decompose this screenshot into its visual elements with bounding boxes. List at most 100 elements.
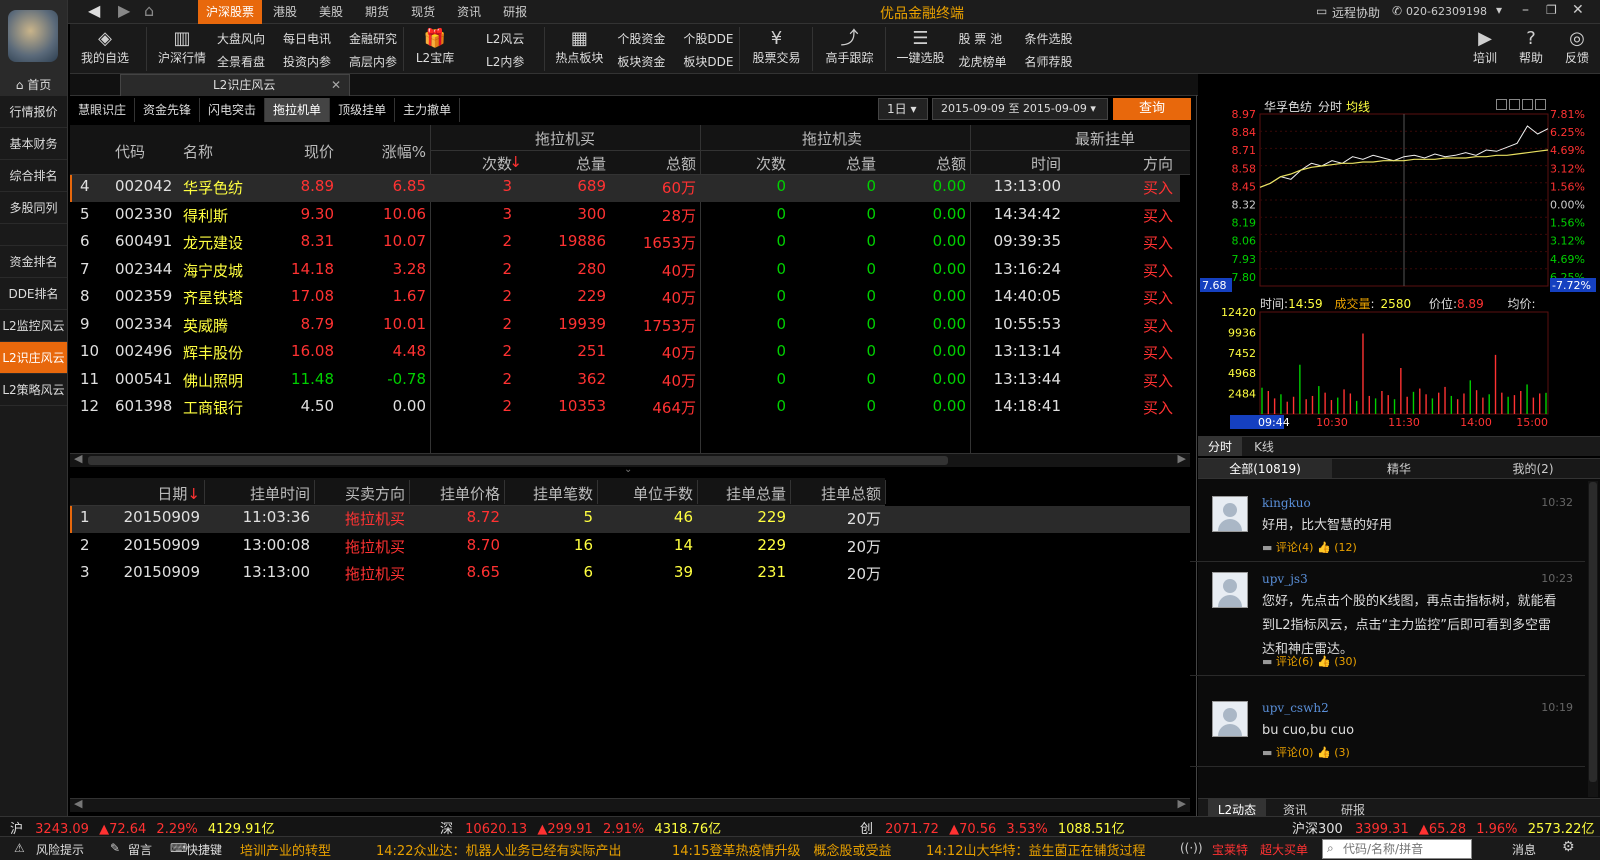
toolbar-link-sector-fund[interactable]: 板块资金	[617, 53, 665, 70]
menu-dropdown-icon[interactable]: ▾	[1496, 3, 1502, 17]
index-quote[interactable]: 深 10620.13 ▲299.91 2.91% 4318.76亿	[440, 818, 721, 837]
toolbar-link-sector-dde[interactable]: 板块DDE	[683, 53, 733, 70]
column-header[interactable]: 总量	[790, 153, 876, 174]
thumbs-up-icon[interactable]: 👍	[1317, 541, 1331, 554]
column-header[interactable]: 次数 ↓	[430, 153, 522, 174]
column-header[interactable]: 涨幅%	[350, 141, 426, 162]
column-header[interactable]: 时间	[975, 153, 1061, 174]
column-header[interactable]: 名称	[183, 141, 243, 162]
stock-trade-button[interactable]: ¥ 股票交易	[746, 24, 806, 70]
news-ticker-4[interactable]: 14:12山大华特：益生菌正在铺货过程	[926, 840, 1145, 859]
user-avatar[interactable]	[1212, 496, 1248, 532]
comment-username[interactable]: kingkuo	[1262, 496, 1311, 510]
table-cell[interactable]: 002344	[115, 260, 175, 278]
toolbar-link-l2-wind[interactable]: L2风云	[486, 30, 524, 47]
shortcut-button[interactable]: 快捷键	[186, 841, 222, 858]
tab-research[interactable]: 研报	[492, 0, 538, 24]
home-icon[interactable]: ⌂	[144, 1, 154, 20]
table-cell[interactable]: 002359	[115, 287, 175, 305]
tab-all-comments[interactable]: 全部(10819)	[1198, 459, 1332, 478]
sidebar-item-l2-monitor[interactable]: L2监控风云	[0, 310, 67, 342]
one-click-pick-button[interactable]: ☰ 一键选股	[892, 24, 948, 70]
tab-fund-pioneer[interactable]: 资金先锋	[135, 98, 201, 122]
tab-hs-stocks[interactable]: 沪深股票	[198, 0, 263, 24]
detail-column-header[interactable]: 挂单笔数	[500, 483, 593, 504]
index-quote[interactable]: 沪 3243.09 ▲72.64 2.29% 4129.91亿	[10, 818, 275, 837]
table-cell[interactable]: 002496	[115, 342, 175, 360]
detail-column-header[interactable]: 挂单价格	[405, 483, 500, 504]
scroll-right-icon[interactable]: ▶	[1178, 797, 1186, 810]
sidebar-item-l2-identify[interactable]: L2识庄风云	[0, 342, 67, 374]
training-button[interactable]: ▶ 培训	[1462, 24, 1508, 70]
toolbar-link-dragon-tiger[interactable]: 龙虎榜单	[958, 53, 1006, 70]
table-cell[interactable]: 002334	[115, 315, 175, 333]
query-button[interactable]: 查询	[1113, 98, 1191, 120]
tab-us-stocks[interactable]: 美股	[308, 0, 354, 24]
news-ticker-3[interactable]: 14:15登革热疫情升级 概念股或受益	[672, 840, 891, 859]
scroll-left-icon[interactable]: ◀	[74, 797, 82, 810]
messages-button[interactable]: 消息	[1512, 841, 1536, 858]
message-button[interactable]: 留言	[128, 841, 152, 858]
tab-spot[interactable]: 现货	[400, 0, 446, 24]
detail-column-header[interactable]: 单位手数	[593, 483, 693, 504]
toolbar-link-l2-ref[interactable]: L2内参	[486, 53, 524, 70]
user-avatar[interactable]	[1212, 701, 1248, 737]
column-header[interactable]: 代码	[115, 141, 155, 162]
tab-news[interactable]: 资讯	[446, 0, 492, 24]
date-range-picker[interactable]: 2015-09-09 至 2015-09-09 ▾	[932, 98, 1108, 120]
avatar[interactable]	[0, 0, 68, 74]
toolbar-link-market-wind[interactable]: 大盘风向	[217, 30, 265, 47]
toolbar-link-stock-dde[interactable]: 个股DDE	[683, 30, 733, 47]
thumbs-up-icon[interactable]: 👍	[1317, 655, 1331, 668]
restore-icon[interactable]: ❐	[1546, 3, 1557, 17]
detail-horizontal-scrollbar[interactable]: ◀ ▶	[70, 797, 1190, 812]
minimize-icon[interactable]: –	[1522, 2, 1529, 18]
column-header[interactable]: 方向	[1065, 153, 1173, 174]
remote-help-link[interactable]: 远程协助	[1332, 4, 1380, 21]
toolbar-link-stock-fund[interactable]: 个股资金	[617, 30, 665, 47]
table-cell[interactable]: 002042	[115, 177, 175, 195]
index-quote[interactable]: 沪深300 3399.31 ▲65.28 1.96% 2573.22亿	[1292, 818, 1594, 837]
tab-lightning[interactable]: 闪电突击	[200, 98, 266, 122]
tab-futures[interactable]: 期货	[354, 0, 400, 24]
my-watchlist-button[interactable]: ◈ 我的自选	[70, 24, 140, 70]
hot-sector-button[interactable]: ▦ 热点板块	[551, 24, 607, 70]
tab-eye-identify[interactable]: 慧眼识庄	[70, 98, 136, 122]
detail-column-header[interactable]: 日期↓	[110, 483, 200, 504]
scroll-left-icon[interactable]: ◀	[74, 452, 82, 465]
big-buy-link[interactable]: 超大买单	[1260, 841, 1308, 858]
feedback-button[interactable]: ◎ 反馈	[1554, 24, 1600, 70]
comment-scrollbar-thumb[interactable]	[1589, 482, 1597, 782]
toolbar-link-panorama[interactable]: 全景看盘	[217, 53, 265, 70]
sidebar-item-fund-ranking[interactable]: 资金排名	[0, 246, 67, 278]
column-header[interactable]: 总量	[520, 153, 606, 174]
l2-treasure-button[interactable]: 🎁 L2宝库	[410, 24, 460, 70]
alert-stock-link[interactable]: 宝莱特	[1212, 841, 1248, 858]
settings-icon[interactable]: ⚙	[1562, 839, 1575, 855]
tab-mine[interactable]: 我的(2)	[1466, 459, 1600, 478]
tab-tractor-order[interactable]: 拖拉机单	[265, 98, 331, 122]
detail-column-header[interactable]: 挂单时间	[205, 483, 310, 504]
table-cell[interactable]: 600491	[115, 232, 175, 250]
tab-kline[interactable]: K线	[1242, 437, 1286, 456]
splitter-handle-icon[interactable]: ⌄	[624, 464, 632, 475]
market-quotes-button[interactable]: ▥ 沪深行情	[153, 24, 211, 70]
news-ticker-1[interactable]: 培训产业的转型	[240, 840, 331, 859]
thumbs-up-icon[interactable]: 👍	[1317, 746, 1331, 759]
column-header[interactable]: 总额	[880, 153, 966, 174]
forward-icon[interactable]: ▶	[118, 1, 130, 20]
comment-username[interactable]: upv_js3	[1262, 572, 1308, 586]
detail-column-header[interactable]: 挂单总额	[786, 483, 881, 504]
risk-warning-button[interactable]: 风险提示	[36, 841, 84, 858]
period-select[interactable]: 1日 ▾	[878, 98, 928, 120]
scroll-right-icon[interactable]: ▶	[1178, 452, 1186, 465]
table-cell[interactable]: 000541	[115, 370, 175, 388]
column-header[interactable]: 总额	[610, 153, 696, 174]
master-track-button[interactable]: ⤴ 高手跟踪	[819, 24, 879, 70]
scrollbar-thumb[interactable]	[88, 456, 948, 465]
back-icon[interactable]: ◀	[88, 1, 100, 20]
news-ticker-2[interactable]: 14:22众业达：机器人业务已经有实际产出	[376, 840, 621, 859]
sidebar-item-multi-stock[interactable]: 多股同列	[0, 192, 67, 224]
tab-hk-stocks[interactable]: 港股	[262, 0, 308, 24]
comment-scrollbar[interactable]	[1588, 481, 1598, 797]
